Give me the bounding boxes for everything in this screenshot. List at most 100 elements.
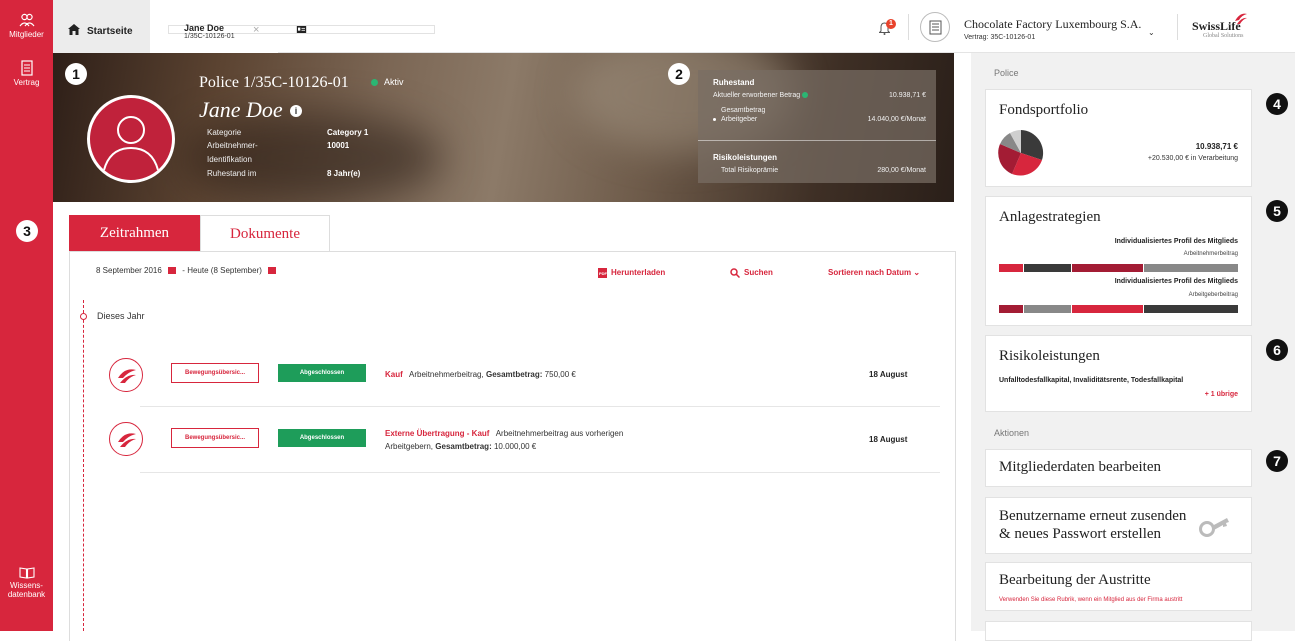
tab-documents[interactable]: Dokumente: [200, 215, 330, 251]
risk-benefits-title: Risikoleistungen: [999, 348, 1100, 364]
annotation-5: 5: [1266, 200, 1288, 222]
risk-benefits-list: Unfalltodesfallkapital, Invaliditätsrent…: [999, 377, 1184, 384]
strategy-segment: [999, 264, 1023, 272]
tab-home[interactable]: Startseite: [53, 0, 150, 53]
calendar-icon[interactable]: [268, 267, 277, 275]
key-icon: [1199, 518, 1229, 537]
member-hero: 1 Police 1/35C-10126-01 Aktiv Jane Doe i…: [53, 53, 954, 202]
investment-strategies-title: Anlagestrategien: [999, 209, 1101, 225]
action-exit-processing[interactable]: Bearbeitung der Austritte Verwenden Sie …: [985, 562, 1252, 611]
transaction-logo: [109, 358, 143, 392]
risk-benefits-card[interactable]: Risikoleistungen Unfalltodesfallkapital,…: [985, 335, 1252, 412]
info-icon[interactable]: [802, 92, 809, 99]
strategy-profile-employee: Individualisiertes Profil des Mitglieds: [1114, 238, 1238, 245]
summary-acquired-text: Aktueller erworbener Betrag: [713, 92, 801, 99]
fund-portfolio-card[interactable]: Fondsportfolio 10.938,71 € +20.530,00 € …: [985, 89, 1252, 187]
download-button[interactable]: PDF Herunterladen: [598, 268, 665, 278]
transaction-text: Arbeitnehmerbeitrag aus vorherigen: [495, 429, 624, 438]
strategy-segment: [1072, 305, 1143, 313]
rail-knowledge-label-2: datenbank: [7, 590, 46, 599]
detail-value-retirement: 8 Jahr(e): [327, 169, 361, 178]
divider: [1177, 14, 1178, 40]
risk-benefits-more-link[interactable]: + 1 übrige: [1205, 391, 1238, 398]
rail-item-knowledge-base[interactable]: Wissens- datenbank: [0, 566, 53, 599]
movement-overview-button[interactable]: Bewegungsübersic...: [171, 428, 259, 448]
annotation-2: 2: [668, 63, 690, 85]
transaction-date: 18 August: [869, 370, 908, 379]
status-badge: Abgeschlossen: [278, 364, 366, 382]
document-icon: [929, 20, 942, 35]
sort-dropdown[interactable]: Sortieren nach Datum ⌄: [828, 268, 920, 277]
strategy-profile-employer: Individualisiertes Profil des Mitglieds: [1114, 278, 1238, 285]
annotation-4: 4: [1266, 93, 1288, 115]
action-edit-member[interactable]: Mitgliederdaten bearbeiten: [985, 449, 1252, 487]
movement-overview-button[interactable]: Bewegungsübersic...: [171, 363, 259, 383]
transaction-date: 18 August: [869, 435, 908, 444]
annotation-1: 1: [65, 63, 87, 85]
contract-document-button[interactable]: [920, 12, 950, 42]
summary-total-label: Gesamtbetrag: [721, 107, 766, 114]
transaction-total-label: Gesamtbetrag:: [485, 370, 543, 379]
close-tab-button[interactable]: ×: [253, 24, 259, 36]
action-resend-line-1: Benutzername erneut zusenden: [999, 508, 1187, 524]
download-label: Herunterladen: [611, 268, 666, 278]
top-bar: Startseite Jane Doe 1/35C-10126-01 × 1 C…: [53, 0, 1295, 53]
action-resend-credentials[interactable]: Benutzername erneut zusenden & neues Pas…: [985, 497, 1252, 554]
summary-risk-value: 280,00 €/Monat: [877, 167, 926, 174]
transaction-kind: Externe Übertragung - Kauf: [385, 429, 490, 438]
timeline-year-marker: [80, 313, 87, 320]
tab-member-sub: 1/35C-10126-01: [184, 33, 235, 40]
info-icon[interactable]: i: [290, 105, 302, 117]
annotation-7: 7: [1266, 450, 1288, 472]
tab-home-label: Startseite: [87, 26, 133, 37]
tab-member[interactable]: Jane Doe 1/35C-10126-01 ×: [150, 0, 435, 53]
swisslife-logo: SwissLife: [1192, 13, 1247, 34]
book-icon: [18, 567, 35, 579]
calendar-icon[interactable]: [168, 267, 177, 275]
action-card-partial[interactable]: [985, 621, 1252, 641]
status-badge: Abgeschlossen: [278, 429, 366, 447]
detail-label-identification: Identifikation: [207, 155, 252, 164]
date-from[interactable]: 8 September 2016: [96, 266, 162, 275]
detail-label-retirement: Ruhestand im: [207, 169, 257, 178]
strategy-segment: [999, 305, 1023, 313]
members-icon: [19, 13, 34, 27]
tab-timeline[interactable]: Zeitrahmen: [69, 215, 200, 251]
swisslife-swoosh-icon: [118, 433, 136, 447]
detail-label-category: Kategorie: [207, 128, 242, 137]
notification-badge: 1: [886, 19, 896, 29]
summary-retirement-heading: Ruhestand: [713, 78, 755, 87]
investment-strategies-card[interactable]: Anlagestrategien Individualisiertes Prof…: [985, 196, 1252, 326]
fund-processing: +20.530,00 € in Verarbeitung: [1147, 155, 1238, 162]
police-number: Police 1/35C-10126-01: [199, 74, 349, 91]
fund-pie-chart: [998, 130, 1044, 176]
rail-item-members[interactable]: Mitglieder: [0, 12, 53, 39]
strategy-segment: [1024, 264, 1071, 272]
date-to[interactable]: Heute (8 September): [187, 266, 262, 275]
chevron-down-icon[interactable]: ⌄: [1148, 28, 1155, 37]
transaction-description: Externe Übertragung - Kauf Arbeitnehmerb…: [385, 427, 623, 453]
transaction-text-2: Arbeitgebern,: [385, 442, 434, 451]
rail-item-contract[interactable]: Vertrag: [0, 60, 53, 87]
transaction-kind: Kauf: [385, 370, 403, 379]
brand-subtitle: Global Solutions: [1203, 33, 1244, 39]
strategy-segment: [1144, 305, 1238, 313]
summary-divider: [698, 140, 936, 141]
retirement-summary: Ruhestand Aktueller erworbener Betrag 10…: [698, 70, 936, 183]
timeline-line: [83, 300, 84, 631]
transaction-text: Arbeitnehmerbeitrag,: [409, 370, 484, 379]
section-police: Police: [994, 68, 1019, 78]
transaction-description: Kauf Arbeitnehmerbeitrag, Gesamtbetrag: …: [385, 368, 576, 381]
date-range-filter: 8 September 2016 - Heute (8 September): [96, 266, 280, 275]
rail-knowledge-label-1: Wissens-: [10, 581, 43, 590]
summary-acquired-value: 10.938,71 €: [889, 92, 926, 99]
bullet: [713, 118, 716, 121]
search-button[interactable]: Suchen: [730, 268, 773, 279]
contract-number: Vertrag: 35C-10126-01: [964, 34, 1036, 41]
action-exit-label: Bearbeitung der Austritte: [999, 572, 1151, 588]
section-actions: Aktionen: [994, 428, 1030, 438]
detail-value-category: Category 1: [327, 128, 369, 137]
company-name[interactable]: Chocolate Factory Luxembourg S.A.: [964, 17, 1141, 32]
sort-label: Sortieren nach Datum: [828, 268, 912, 277]
summary-risk-heading: Risikoleistungen: [713, 153, 778, 162]
